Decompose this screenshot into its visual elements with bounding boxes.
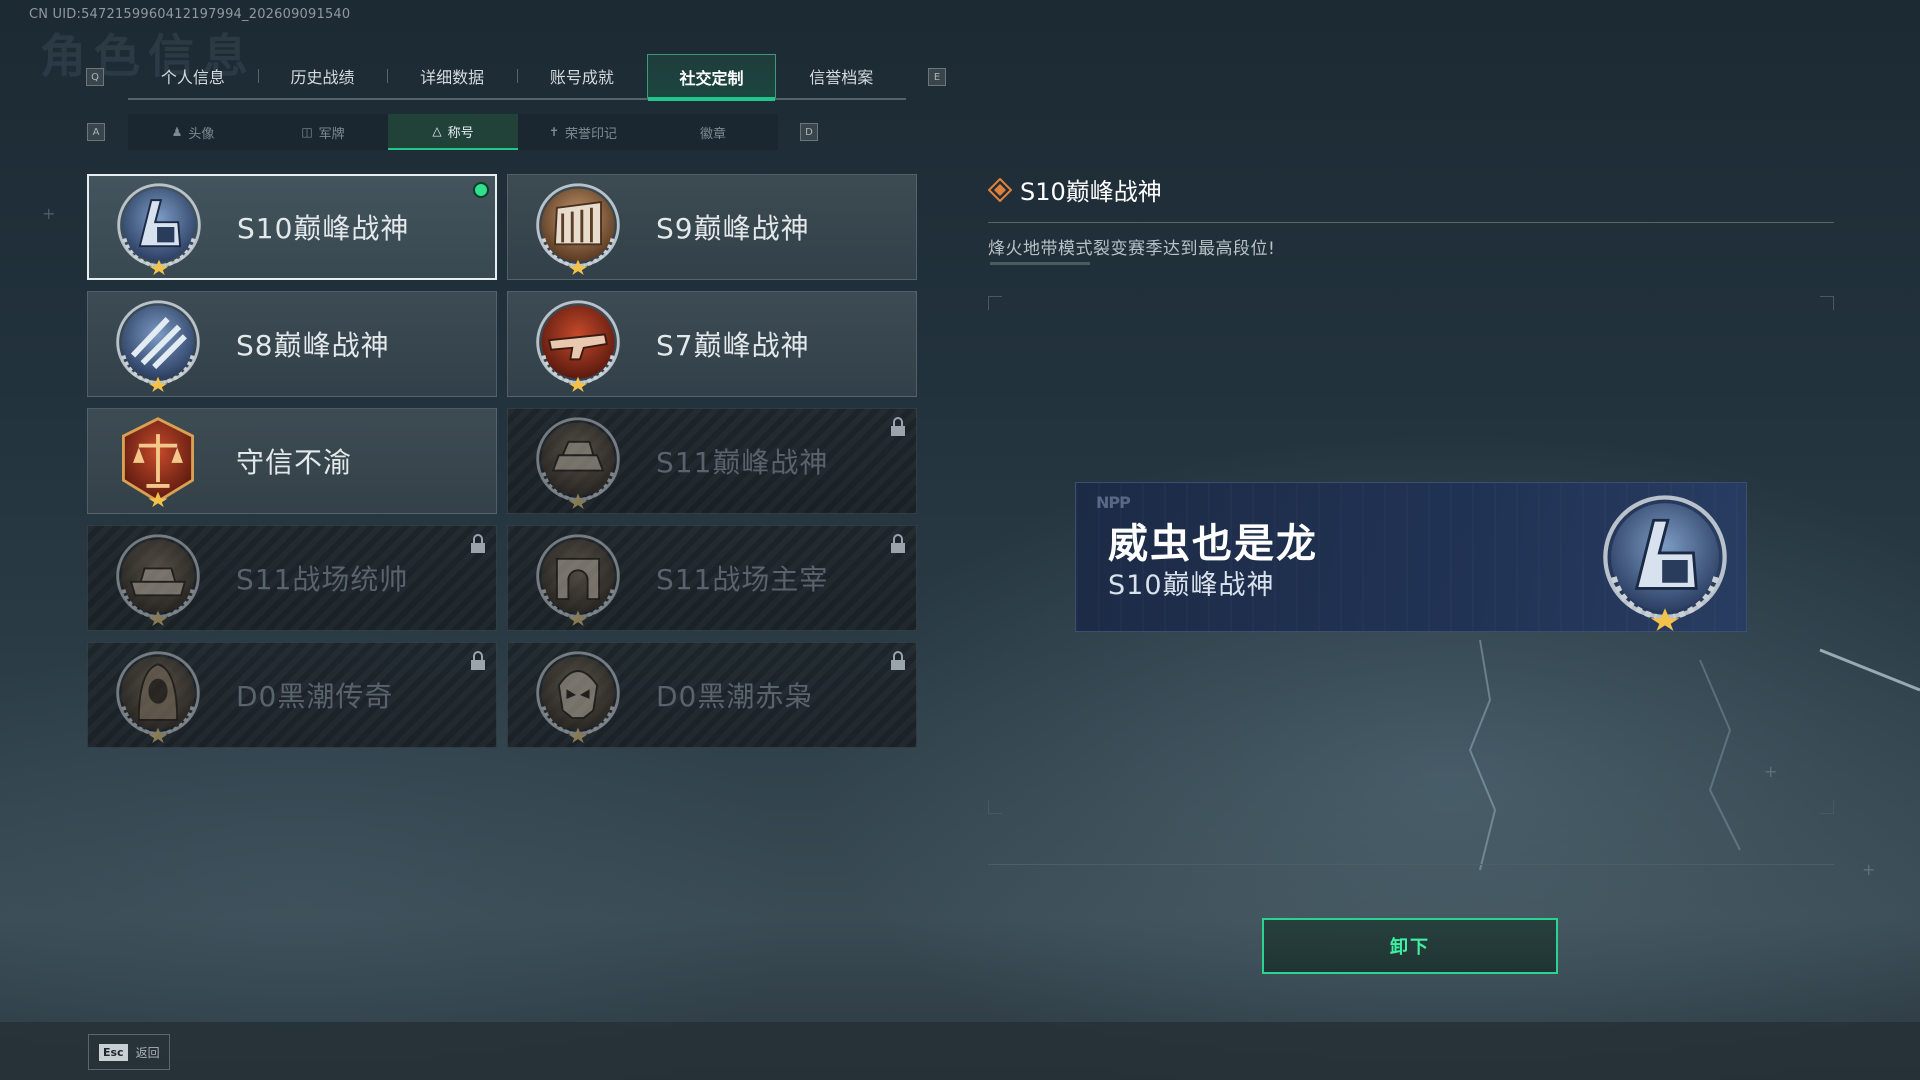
crosshair-decoration: +: [42, 204, 56, 223]
detail-divider: [988, 222, 1834, 223]
dogtag-icon: ◫: [301, 125, 313, 139]
triangle-icon: △: [432, 124, 442, 138]
title-name: S11战场主宰: [656, 563, 829, 596]
title-card-keep-faith[interactable]: 守信不渝: [87, 408, 497, 514]
frame-corner: [988, 296, 1002, 310]
title-card-s8[interactable]: S8巅峰战神: [87, 291, 497, 397]
footer-bar: [0, 1022, 1920, 1080]
scales-badge-icon: [122, 417, 194, 508]
s9-peak-badge-icon: [530, 179, 626, 275]
title-preview-card: NPP 威虫也是龙 S10巅峰战神: [1075, 482, 1747, 632]
key-hint-q: Q: [86, 68, 104, 86]
s11-tank-badge-icon: [110, 530, 206, 626]
preview-player-name: 威虫也是龙: [1108, 521, 1318, 567]
s11-arch-badge-icon: [530, 530, 626, 626]
key-hint-a: A: [87, 123, 105, 141]
tab-social-custom[interactable]: 社交定制: [646, 54, 777, 101]
tab-detailed-data[interactable]: 详细数据: [387, 54, 517, 98]
frame-corner: [1820, 296, 1834, 310]
subtab-avatar-label: 头像: [188, 126, 215, 142]
lightning-decoration: [1468, 640, 1920, 871]
title-card-s7[interactable]: S7巅峰战神: [507, 291, 917, 397]
sub-tabs: ♟ 头像 ◫ 军牌 △ 称号 ✝ 荣誉印记 徽章: [128, 114, 778, 150]
subtab-honor-mark[interactable]: ✝ 荣誉印记: [518, 114, 648, 150]
subtab-title[interactable]: △ 称号: [388, 114, 518, 150]
back-button[interactable]: Esc 返回: [88, 1034, 170, 1070]
main-tabs: 个人信息 历史战绩 详细数据 账号成就 社交定制 信誉档案: [128, 54, 906, 101]
s10-peak-badge-icon: [1594, 489, 1736, 631]
s11-peak-badge-icon: [530, 413, 626, 509]
tab-credit-record[interactable]: 信誉档案: [776, 54, 906, 98]
lock-icon: [471, 534, 485, 553]
title-card-d0-legend[interactable]: D0黑潮传奇: [87, 642, 497, 748]
detail-title-text: S10巅峰战神: [1020, 178, 1162, 206]
key-hint-e: E: [928, 68, 946, 86]
title-name: S10巅峰战神: [237, 212, 410, 245]
d0-hooded-badge-icon: [110, 647, 206, 743]
person-icon: ♟: [171, 125, 183, 139]
s7-peak-badge-icon: [530, 296, 626, 392]
title-card-s10[interactable]: S10巅峰战神: [87, 174, 497, 280]
title-name: S11战场统帅: [236, 563, 409, 596]
subtab-badge-label: 徽章: [699, 126, 726, 142]
title-card-s11-commander[interactable]: S11战场统帅: [87, 525, 497, 631]
key-hint-d: D: [800, 123, 818, 141]
subtab-title-label: 称号: [447, 125, 474, 141]
lock-icon: [891, 417, 905, 436]
title-name: S8巅峰战神: [236, 329, 390, 362]
panel-divider: [988, 864, 1834, 865]
subtab-badge[interactable]: 徽章: [648, 114, 778, 150]
title-card-s11-dominator[interactable]: S11战场主宰: [507, 525, 917, 631]
tab-achievements[interactable]: 账号成就: [517, 54, 647, 98]
preview-title: S10巅峰战神: [1108, 570, 1275, 601]
tab-history[interactable]: 历史战绩: [257, 54, 388, 98]
crosshair-decoration: +: [1862, 860, 1876, 879]
brand-mark: NPP: [1096, 493, 1131, 512]
lock-icon: [471, 651, 485, 670]
title-name: D0黑潮传奇: [236, 680, 394, 713]
description-underline: [990, 262, 1090, 265]
diamond-icon: [988, 177, 1012, 202]
title-card-s9[interactable]: S9巅峰战神: [507, 174, 917, 280]
esc-key-hint: Esc: [99, 1043, 128, 1061]
title-name: S11巅峰战神: [656, 446, 829, 479]
title-name: S7巅峰战神: [656, 329, 810, 362]
crosshair-decoration: +: [1764, 762, 1778, 781]
detail-description: 烽火地带模式裂变赛季达到最高段位!: [988, 239, 1276, 259]
d0-skull-badge-icon: [530, 647, 626, 743]
s8-peak-badge-icon: [110, 296, 206, 392]
subtab-dogtag-label: 军牌: [318, 126, 345, 142]
title-card-d0-owl[interactable]: D0黑潮赤枭: [507, 642, 917, 748]
unequip-button[interactable]: 卸下: [1262, 918, 1558, 974]
lock-icon: [891, 651, 905, 670]
back-label: 返回: [135, 1045, 160, 1060]
s10-peak-badge-icon: [111, 179, 207, 275]
subtab-dogtag[interactable]: ◫ 军牌: [258, 114, 388, 150]
subtab-honor-mark-label: 荣誉印记: [565, 126, 618, 142]
equipped-indicator: [473, 182, 489, 198]
honor-mark-icon: ✝: [548, 125, 560, 139]
title-name: S9巅峰战神: [656, 212, 810, 245]
tab-personal-info[interactable]: 个人信息: [128, 54, 258, 98]
subtab-avatar[interactable]: ♟ 头像: [128, 114, 258, 150]
detail-title: S10巅峰战神: [988, 172, 1162, 207]
lock-icon: [891, 534, 905, 553]
title-grid: S10巅峰战神 S9巅峰战神 S8巅峰战神 S7巅峰战神 守信不渝 S11巅峰战…: [87, 174, 917, 748]
title-name: 守信不渝: [236, 446, 353, 479]
frame-corner: [988, 800, 1002, 814]
frame-corner: [1820, 800, 1834, 814]
title-card-s11-peak[interactable]: S11巅峰战神: [507, 408, 917, 514]
title-name: D0黑潮赤枭: [656, 680, 814, 713]
